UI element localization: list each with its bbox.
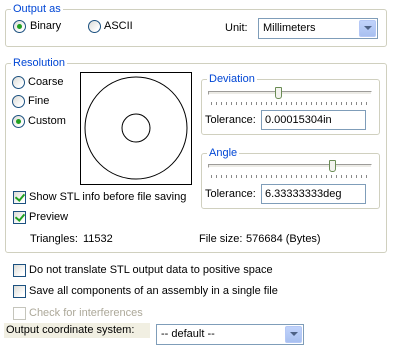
ascii-label[interactable]: ASCII xyxy=(104,20,133,33)
deviation-title: Deviation xyxy=(207,73,257,86)
coordinate-system-select[interactable]: -- default -- xyxy=(156,324,304,345)
unit-select[interactable]: Millimeters xyxy=(258,18,378,39)
custom-label[interactable]: Custom xyxy=(28,115,66,128)
custom-radio[interactable] xyxy=(12,115,25,128)
ascii-radio[interactable] xyxy=(88,20,101,33)
unit-select-value: Millimeters xyxy=(263,22,316,34)
binary-radio[interactable] xyxy=(13,20,26,33)
coarse-radio[interactable] xyxy=(12,76,25,89)
check-interferences-checkbox xyxy=(13,307,26,320)
coordinate-system-value: -- default -- xyxy=(161,328,215,340)
show-stl-info-checkbox[interactable] xyxy=(13,191,26,204)
deviation-slider-track[interactable] xyxy=(208,91,372,95)
part-preview-drawing xyxy=(84,76,188,180)
output-coordinate-system-label: Output coordinate system: xyxy=(4,323,150,338)
save-all-checkbox[interactable] xyxy=(13,285,26,298)
output-as-title: Output as xyxy=(11,3,63,16)
coarse-label[interactable]: Coarse xyxy=(28,76,63,89)
deviation-slider-ticks xyxy=(211,102,371,105)
chevron-down-icon[interactable] xyxy=(359,20,376,37)
angle-tolerance-value: 6.33333333deg xyxy=(265,188,342,200)
chevron-down-icon[interactable] xyxy=(285,326,302,343)
fine-radio[interactable] xyxy=(12,95,25,108)
angle-slider-track[interactable] xyxy=(208,164,372,168)
binary-label[interactable]: Binary xyxy=(30,20,61,33)
no-translate-label[interactable]: Do not translate STL output data to posi… xyxy=(29,264,273,277)
output-coordinate-system-text: Output coordinate system: xyxy=(6,324,135,336)
file-size-label: File size: xyxy=(199,233,243,245)
angle-tolerance-label: Tolerance: xyxy=(205,188,256,200)
unit-label: Unit: xyxy=(225,22,248,34)
angle-title: Angle xyxy=(207,147,240,160)
preview-label[interactable]: Preview xyxy=(29,211,68,224)
resolution-title: Resolution xyxy=(11,57,67,70)
show-stl-info-label[interactable]: Show STL info before file saving xyxy=(29,191,186,204)
preview-box xyxy=(80,72,192,185)
triangles-label: Triangles: xyxy=(30,233,78,245)
angle-slider-thumb[interactable] xyxy=(329,160,336,172)
triangles-value: 11532 xyxy=(83,233,113,245)
preview-checkbox[interactable] xyxy=(13,211,26,224)
inner-circle xyxy=(121,113,151,143)
fine-label[interactable]: Fine xyxy=(28,95,49,108)
no-translate-checkbox[interactable] xyxy=(13,264,26,277)
angle-tolerance-input[interactable]: 6.33333333deg xyxy=(261,184,366,204)
angle-slider-ticks xyxy=(211,175,371,178)
file-size-value: 576684 (Bytes) xyxy=(246,233,321,245)
deviation-tolerance-value: 0.00015304in xyxy=(265,114,332,126)
deviation-tolerance-input[interactable]: 0.00015304in xyxy=(261,110,366,130)
check-interferences-label: Check for interferences xyxy=(29,307,143,319)
deviation-tolerance-label: Tolerance: xyxy=(205,114,256,126)
outer-circle xyxy=(84,76,188,180)
deviation-slider-thumb[interactable] xyxy=(275,87,282,99)
save-all-label[interactable]: Save all components of an assembly in a … xyxy=(29,285,278,298)
